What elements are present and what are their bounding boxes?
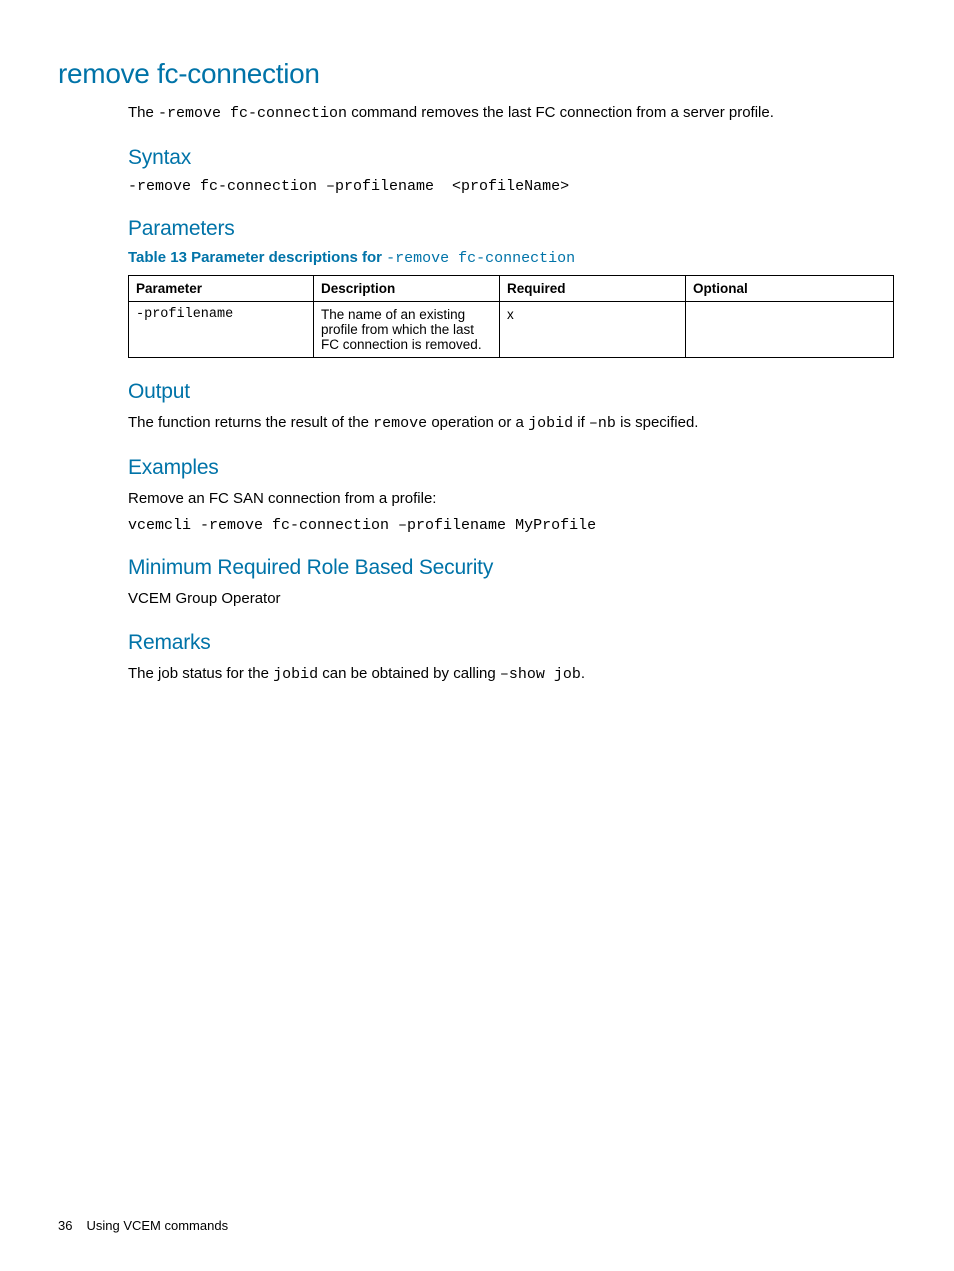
td-required: x [500,302,686,358]
caption-code: -remove fc-connection [386,250,575,267]
td-parameter: -profilename [129,302,314,358]
th-parameter: Parameter [129,276,314,302]
output-code2: jobid [528,415,573,432]
caption-prefix: Table 13 Parameter descriptions for [128,249,386,266]
th-optional: Optional [686,276,894,302]
examples-code: vcemcli -remove fc-connection –profilena… [128,517,894,534]
syntax-code: -remove fc-connection –profilename <prof… [128,178,894,195]
parameters-table: Parameter Description Required Optional … [128,275,894,358]
intro-post: command removes the last FC connection f… [347,104,774,121]
table-header-row: Parameter Description Required Optional [129,276,894,302]
td-description: The name of an existing profile from whi… [314,302,500,358]
output-heading: Output [128,380,894,404]
footer-section: Using VCEM commands [86,1218,228,1233]
output-mid2: if [573,414,589,431]
examples-heading: Examples [128,456,894,480]
intro-paragraph: The -remove fc-connection command remove… [128,102,894,124]
page-footer: 36 Using VCEM commands [58,1218,228,1233]
page-number: 36 [58,1218,72,1233]
output-post: is specified. [616,414,699,431]
remarks-code2: –show job [500,666,581,683]
remarks-mid: can be obtained by calling [318,665,500,682]
th-description: Description [314,276,500,302]
security-heading: Minimum Required Role Based Security [128,556,894,580]
examples-intro: Remove an FC SAN connection from a profi… [128,488,894,509]
output-mid1: operation or a [427,414,528,431]
output-code3: –nb [589,415,616,432]
remarks-heading: Remarks [128,631,894,655]
output-code1: remove [373,415,427,432]
th-required: Required [500,276,686,302]
output-pre: The function returns the result of the [128,414,373,431]
remarks-post: . [581,665,585,682]
intro-code: -remove fc-connection [158,105,347,122]
remarks-pre: The job status for the [128,665,273,682]
table-row: -profilename The name of an existing pro… [129,302,894,358]
remarks-paragraph: The job status for the jobid can be obta… [128,663,894,685]
remarks-code1: jobid [273,666,318,683]
intro-pre: The [128,104,158,121]
page-title: remove fc-connection [58,58,894,90]
table-caption: Table 13 Parameter descriptions for -rem… [128,249,894,267]
parameters-heading: Parameters [128,217,894,241]
syntax-heading: Syntax [128,146,894,170]
output-paragraph: The function returns the result of the r… [128,412,894,434]
security-body: VCEM Group Operator [128,588,894,609]
td-optional [686,302,894,358]
